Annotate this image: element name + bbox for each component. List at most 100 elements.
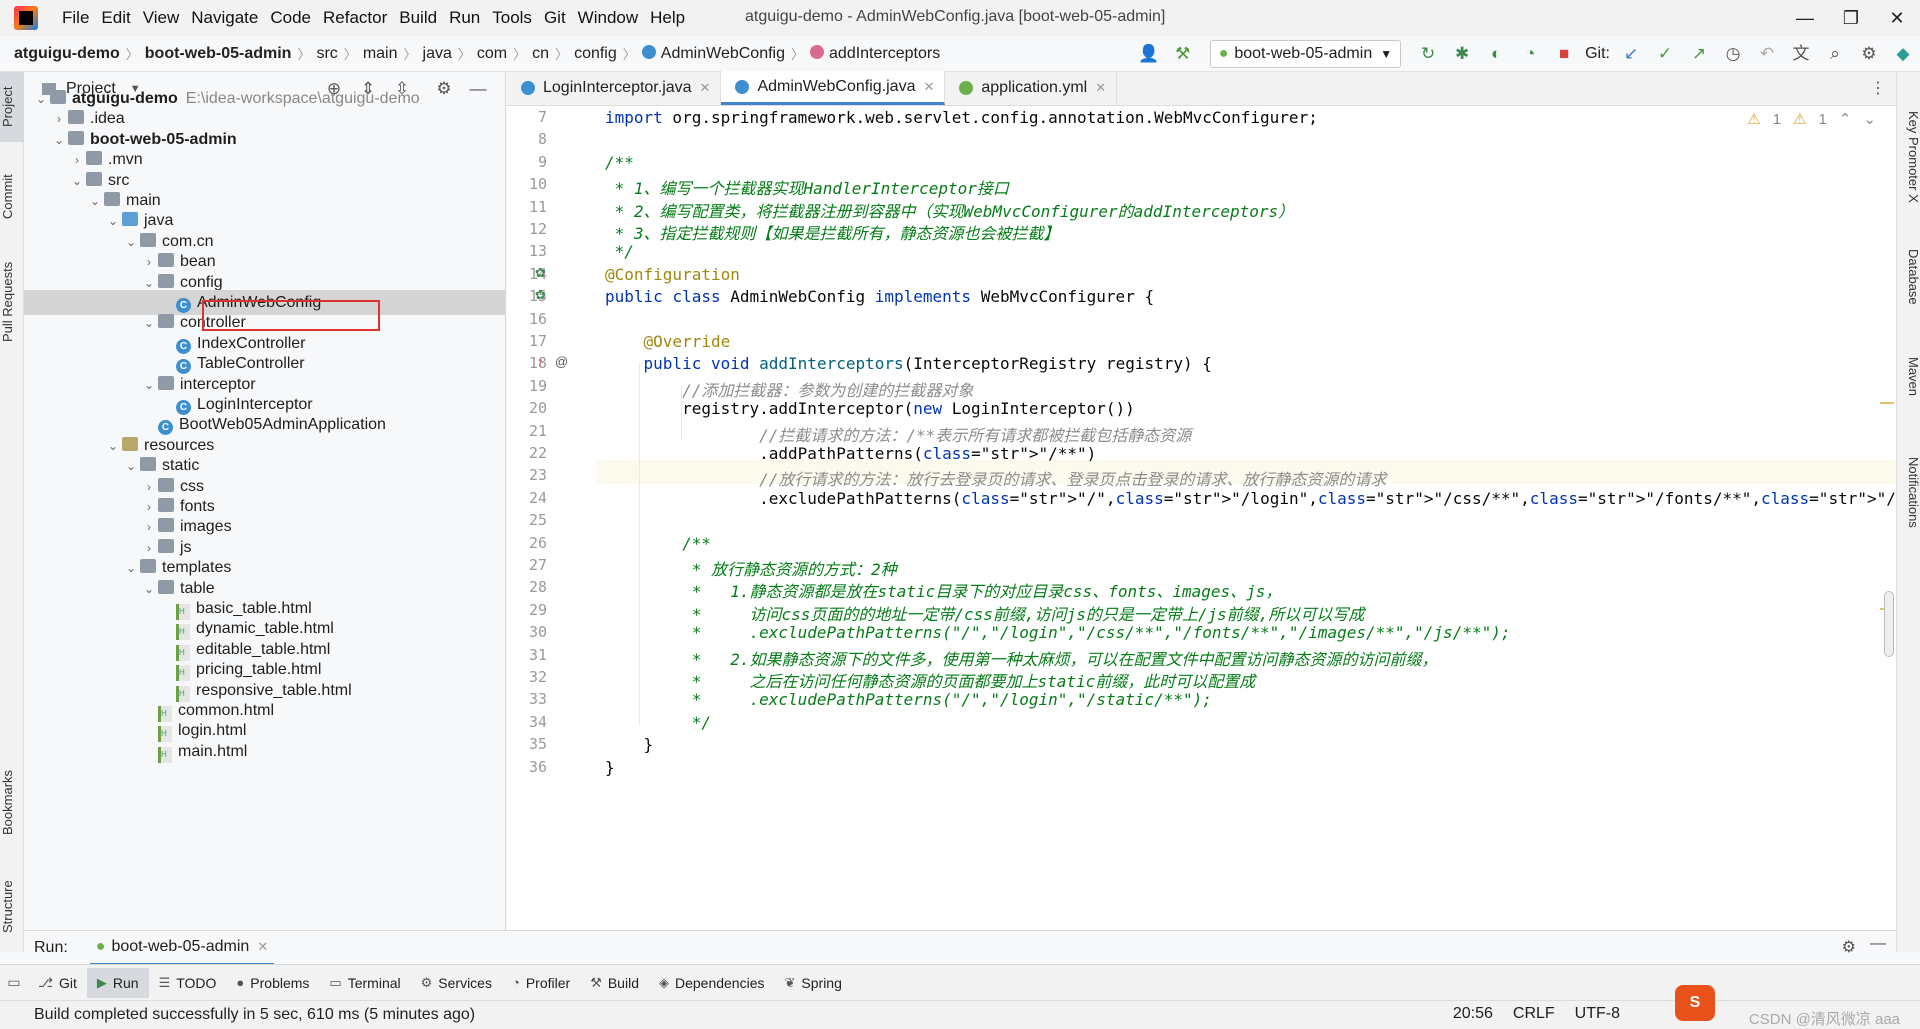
tree-node-label: login.html — [178, 722, 247, 740]
warning-count-b: 1 — [1818, 110, 1827, 128]
tool-tab-services[interactable]: ⚙ Services — [411, 968, 502, 998]
menu-item-git[interactable]: Git — [538, 8, 572, 28]
breadcrumb-item[interactable]: atguigu-demo — [8, 45, 126, 63]
stripe-tab-structure[interactable]: Structure — [0, 862, 24, 952]
editor-tab[interactable]: LoginInterceptor.java ✕ — [507, 71, 722, 105]
menu-item-help[interactable]: Help — [644, 8, 691, 28]
menu-item-window[interactable]: Window — [572, 8, 644, 28]
breadcrumb-item[interactable]: boot-web-05-admin — [139, 45, 298, 63]
line-number: 22 — [528, 444, 547, 462]
status-message[interactable]: Build completed successfully in 5 sec, 6… — [34, 1006, 475, 1024]
stripe-tab-commit[interactable]: Commit — [0, 162, 24, 232]
close-tab-icon[interactable]: ✕ — [923, 79, 934, 95]
stripe-tab-pull-requests[interactable]: Pull Requests — [0, 242, 24, 362]
user-icon[interactable]: 👤 — [1136, 41, 1162, 67]
close-tab-icon[interactable]: ✕ — [1095, 80, 1106, 96]
rollback-icon[interactable]: ↶ — [1754, 41, 1780, 67]
breadcrumb-item[interactable]: config — [568, 45, 623, 63]
line-separator[interactable]: CRLF — [1513, 1005, 1555, 1023]
stop-icon[interactable]: ■ — [1551, 41, 1577, 67]
editor-tab-label: LoginInterceptor.java — [543, 79, 692, 96]
panel-toggle-icon[interactable]: ▭ — [0, 974, 28, 991]
close-icon[interactable]: ✕ — [1874, 4, 1920, 32]
menu-item-run[interactable]: Run — [443, 8, 486, 28]
tree-node[interactable]: Hmain.html — [24, 739, 505, 764]
search-icon[interactable]: ⌕ — [1822, 41, 1848, 67]
chevron-up-icon[interactable]: ⌃ — [1839, 110, 1852, 128]
spring-icon: ❦ — [784, 974, 796, 990]
line-number: 30 — [528, 623, 547, 642]
breadcrumb-item[interactable]: addInterceptors — [804, 44, 946, 63]
breadcrumb-item[interactable]: com — [471, 45, 513, 63]
stripe-tab-project[interactable]: Project — [0, 72, 24, 142]
run-config-selector[interactable]: ● boot-web-05-admin ▼ — [1209, 40, 1402, 68]
history-icon[interactable]: ◷ — [1720, 41, 1746, 67]
spring-config-icon[interactable]: ✿ — [535, 287, 546, 303]
breadcrumb-separator-icon: 〉 — [457, 47, 471, 62]
run-config-tab[interactable]: ● boot-web-05-admin ✕ — [89, 931, 275, 965]
tool-tab-terminal[interactable]: ▭ Terminal — [319, 968, 410, 998]
menu-item-code[interactable]: Code — [264, 8, 317, 28]
stripe-tab-notifications[interactable]: Notifications — [1897, 432, 1920, 552]
stripe-tab-key-promoter[interactable]: Key Promoter X — [1897, 92, 1920, 222]
breadcrumb-separator-icon: 〉 — [125, 47, 139, 62]
folder-icon — [86, 171, 102, 186]
git-push-icon[interactable]: ↗ — [1686, 41, 1712, 67]
stripe-tab-maven[interactable]: Maven — [1897, 342, 1920, 412]
breadcrumb-item[interactable]: cn — [526, 45, 555, 63]
profile-icon[interactable]: ◔ — [1517, 41, 1543, 67]
annotation-gutter-icon[interactable]: @ — [555, 354, 568, 369]
minimize-icon[interactable]: — — [1782, 4, 1828, 32]
close-icon[interactable]: ✕ — [257, 939, 268, 955]
menu-item-tools[interactable]: Tools — [486, 8, 538, 28]
caret-position[interactable]: 20:56 — [1453, 1005, 1493, 1023]
line-number: 23 — [528, 466, 547, 485]
editor-scrollbar[interactable] — [1880, 106, 1896, 930]
menu-item-build[interactable]: Build — [393, 8, 443, 28]
rerun-icon[interactable]: ↻ — [1415, 41, 1441, 67]
debug-icon[interactable]: ✱ — [1449, 41, 1475, 67]
tool-tab-problems[interactable]: ● Problems — [226, 968, 319, 998]
tool-tab-run[interactable]: ▶ Run — [86, 967, 149, 998]
menu-item-navigate[interactable]: Navigate — [185, 8, 264, 28]
plugin-icon[interactable]: ◆ — [1890, 41, 1916, 67]
editor-tab[interactable]: AdminWebConfig.java ✕ — [721, 71, 946, 105]
close-tab-icon[interactable]: ✕ — [700, 80, 711, 96]
tool-tab-build[interactable]: ⚒ Build — [580, 968, 649, 998]
menu-item-view[interactable]: View — [137, 8, 186, 28]
breadcrumb-item[interactable]: src — [310, 45, 343, 63]
breadcrumb-separator-icon: 〉 — [343, 47, 357, 62]
spring-bean-icon[interactable]: ✿ — [535, 265, 546, 281]
build-hammer-icon[interactable]: ⚒ — [1170, 41, 1196, 67]
tool-tab-profiler[interactable]: ◔ Profiler — [502, 968, 580, 998]
restore-icon[interactable]: ❐ — [1828, 4, 1874, 32]
inspection-widget[interactable]: ⚠ 1 ⚠ 1 ⌃ ⌄ — [1747, 110, 1876, 129]
stripe-tab-database[interactable]: Database — [1897, 232, 1920, 322]
code-text: import org.springframework.web.servlet.c… — [605, 108, 1318, 127]
hide-icon[interactable]: — — [1870, 935, 1886, 953]
translate-icon[interactable]: 文 — [1788, 41, 1814, 67]
implements-method-icon[interactable]: ↑ — [537, 354, 544, 369]
stripe-tab-bookmarks[interactable]: Bookmarks — [0, 752, 24, 852]
settings-gear-icon[interactable]: ⚙ — [1842, 937, 1856, 957]
tool-tab-dependencies[interactable]: ◈ Dependencies — [649, 968, 775, 998]
coverage-icon[interactable]: ◐ — [1483, 41, 1509, 67]
tool-tab-spring[interactable]: ❦ Spring — [775, 968, 852, 998]
breadcrumb-item[interactable]: AdminWebConfig — [636, 44, 791, 63]
git-update-icon[interactable]: ↙ — [1618, 41, 1644, 67]
breadcrumb-item[interactable]: main — [357, 45, 404, 63]
file-encoding[interactable]: UTF-8 — [1575, 1005, 1620, 1023]
line-number: 10 — [528, 175, 547, 194]
tool-tab-git[interactable]: ⎇ Git — [28, 968, 87, 998]
chevron-down-icon[interactable]: ⌄ — [1863, 110, 1876, 128]
code-editor[interactable]: 7 8 9 10 11 12 13 14 15 16 17 18 19 20 21 22 23 24 25 26 27 2… — [507, 106, 1896, 930]
menu-item-refactor[interactable]: Refactor — [317, 8, 393, 28]
breadcrumb-item[interactable]: java — [417, 45, 458, 63]
tool-tab-todo[interactable]: ☰ TODO — [149, 968, 227, 998]
menu-item-edit[interactable]: Edit — [95, 8, 136, 28]
editor-tab[interactable]: application.yml ✕ — [945, 71, 1118, 105]
git-commit-icon[interactable]: ✓ — [1652, 41, 1678, 67]
tab-options-icon[interactable]: ⋮ — [1870, 78, 1886, 98]
settings-gear-icon[interactable]: ⚙ — [1856, 41, 1882, 67]
menu-item-file[interactable]: File — [56, 8, 95, 28]
